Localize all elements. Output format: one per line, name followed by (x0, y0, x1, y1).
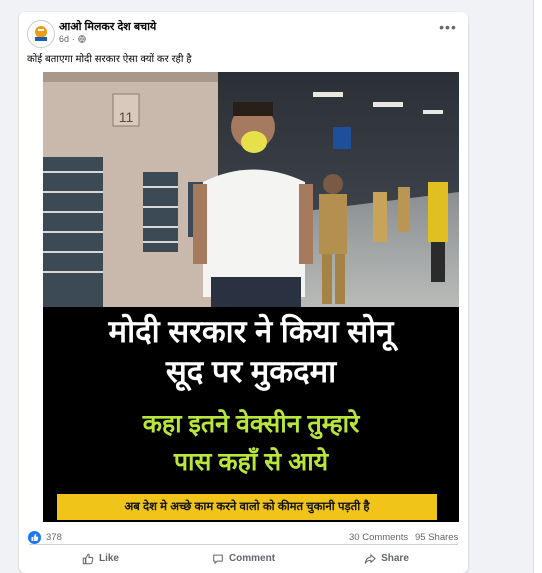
post-card: आओ मिलकर देश बचाये 6d · ••• कोई बताएगा म… (19, 12, 468, 573)
image-headline: मोदी सरकार ने किया सोनू सूद पर मुकदमा (43, 312, 459, 392)
comments-count[interactable]: 30 Comments (349, 532, 408, 543)
subheadline-line-2: पास कहाँ से आये (173, 448, 329, 476)
share-icon (364, 553, 376, 564)
like-button[interactable]: Like (29, 545, 172, 572)
globe-icon (78, 35, 86, 43)
like-reaction-icon[interactable] (28, 531, 41, 544)
train-number: 11 (119, 109, 134, 125)
share-label: Share (381, 553, 409, 564)
like-label: Like (98, 553, 119, 564)
more-options-icon[interactable]: ••• (437, 20, 459, 38)
subheadline-line-1: कहा इतने वेक्सीन तुम्हारे (142, 410, 360, 438)
post-image[interactable]: 11 मोदी सरकार ने किया सोनू सूद पर मुकदमा… (43, 72, 459, 522)
image-subheadline: कहा इतने वेक्सीन तुम्हारे पास कहाँ से आय… (43, 405, 459, 481)
headline-line-1: मोदी सरकार ने किया सोनू (108, 314, 394, 349)
station-photo: 11 (43, 72, 459, 307)
post-actions: Like Comment Share (29, 544, 458, 572)
post-caption: कोई बताएगा मोदी सरकार ऐसा क्यों कर रही ह… (27, 54, 192, 65)
post-header: आओ मिलकर देश बचाये 6d · ••• (19, 12, 468, 56)
image-banner: अब देश मे अच्छे काम करने वालो को कीमत चु… (57, 494, 437, 520)
meta-separator: · (72, 34, 76, 44)
shares-count[interactable]: 95 Shares (415, 532, 458, 543)
comment-label: Comment (228, 553, 276, 564)
page-name-link[interactable]: आओ मिलकर देश बचाये (59, 19, 156, 34)
right-panel-edge (533, 0, 542, 573)
comment-button[interactable]: Comment (172, 545, 315, 572)
page-avatar[interactable] (27, 20, 55, 48)
like-icon (82, 553, 94, 564)
comment-icon (213, 554, 223, 564)
headline-line-2: सूद पर मुकदमा (165, 354, 337, 389)
avatar-logo-icon (29, 22, 53, 46)
share-button[interactable]: Share (315, 545, 458, 572)
post-time[interactable]: 6d (59, 34, 69, 44)
reaction-count[interactable]: 378 (46, 532, 62, 543)
post-meta: 6d · (59, 34, 86, 44)
